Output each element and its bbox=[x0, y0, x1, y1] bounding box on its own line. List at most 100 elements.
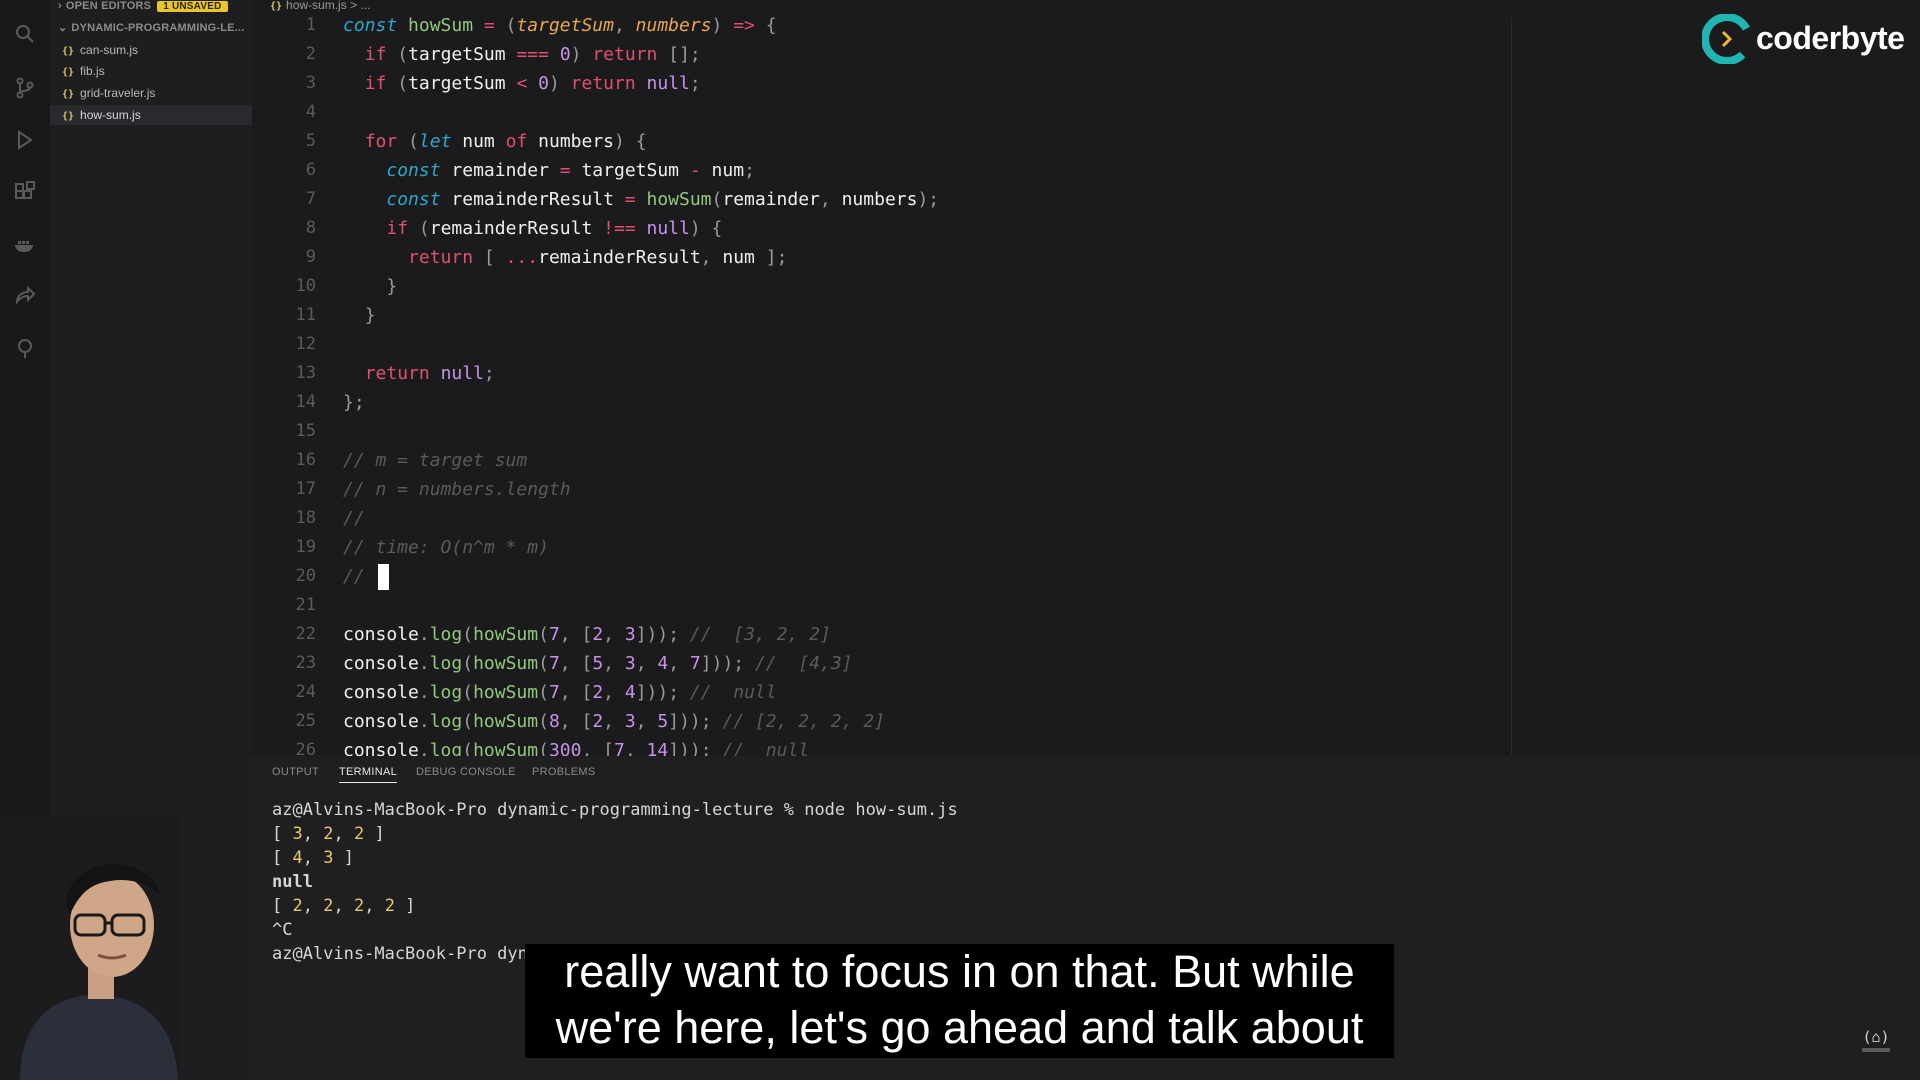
line-code: console.log(howSum(7, [5, 3, 4, 7])); //… bbox=[343, 653, 853, 674]
terminal-line: [ 4, 3 ] bbox=[272, 848, 354, 868]
video-subtitle: really want to focus in on that. But whi… bbox=[525, 944, 1394, 1058]
editor-ruler bbox=[1511, 18, 1512, 756]
line-code: } bbox=[386, 276, 398, 297]
line-number: 26 bbox=[295, 740, 316, 756]
live-share-icon[interactable] bbox=[13, 284, 37, 308]
line-number: 1 bbox=[305, 15, 316, 35]
file-label: fib.js bbox=[80, 64, 105, 78]
text-cursor bbox=[377, 564, 389, 590]
file-label: how-sum.js bbox=[80, 108, 141, 122]
tab-terminal[interactable]: TERMINAL bbox=[339, 766, 398, 783]
code-line[interactable]: 16 // m = target sum bbox=[252, 446, 1502, 475]
code-line[interactable]: 17 // n = numbers.length bbox=[252, 475, 1502, 504]
code-line[interactable]: 8 if (remainderResult !== null) { bbox=[252, 214, 1502, 243]
code-line[interactable]: 13 return null; bbox=[252, 359, 1502, 388]
run-debug-icon[interactable] bbox=[13, 128, 37, 152]
line-number: 3 bbox=[305, 73, 316, 93]
tab-problems[interactable]: PROBLEMS bbox=[532, 766, 596, 778]
line-number: 24 bbox=[295, 682, 316, 702]
code-line[interactable]: 1 const howSum = (targetSum, numbers) => … bbox=[252, 11, 1502, 40]
js-file-icon: {} bbox=[62, 67, 75, 78]
line-code: // bbox=[343, 562, 389, 591]
line-number: 5 bbox=[305, 131, 316, 151]
code-editor[interactable]: {} how-sum.js > ... 1 const howSum = (targ… bbox=[252, 0, 1920, 756]
terminal-line: ^C bbox=[272, 920, 293, 940]
line-code: return [ ...remainderResult, num ]; bbox=[408, 247, 788, 268]
chevron-down-icon: ⌄ bbox=[58, 22, 68, 34]
code-line[interactable]: 23 console.log(howSum(7, [5, 3, 4, 7])); … bbox=[252, 649, 1502, 678]
line-code: return null; bbox=[364, 363, 495, 384]
code-line[interactable]: 18 // bbox=[252, 504, 1502, 533]
file-item-fib[interactable]: {} fib.js bbox=[62, 61, 105, 81]
line-code: console.log(howSum(7, [2, 4])); // null bbox=[343, 682, 777, 703]
line-code: // m = target sum bbox=[343, 450, 528, 471]
line-number: 13 bbox=[295, 363, 316, 383]
code-line[interactable]: 2 if (targetSum === 0) return []; bbox=[252, 40, 1502, 69]
line-number: 11 bbox=[295, 305, 316, 325]
line-number: 19 bbox=[295, 537, 316, 557]
line-code: // time: O(n^m * m) bbox=[343, 537, 549, 558]
terminal-line: null bbox=[272, 872, 313, 892]
extensions-icon[interactable] bbox=[13, 180, 37, 204]
code-line[interactable]: 4 bbox=[252, 98, 1502, 127]
line-number: 25 bbox=[295, 711, 316, 731]
code-line[interactable]: 11 } bbox=[252, 301, 1502, 330]
code-line[interactable]: 14}; bbox=[252, 388, 1502, 417]
search-icon[interactable] bbox=[13, 22, 37, 46]
code-line[interactable]: 22 console.log(howSum(7, [2, 3])); // [3,… bbox=[252, 620, 1502, 649]
file-label: can-sum.js bbox=[80, 43, 139, 57]
line-code: const howSum = (targetSum, numbers) => { bbox=[343, 15, 777, 36]
tab-output[interactable]: OUTPUT bbox=[272, 766, 319, 778]
line-number: 14 bbox=[295, 392, 316, 412]
line-code: if (targetSum === 0) return []; bbox=[364, 44, 701, 65]
unsaved-badge: 1 UNSAVED bbox=[157, 1, 228, 12]
line-code: console.log(howSum(8, [2, 3, 5])); // [2… bbox=[343, 711, 885, 732]
docker-icon[interactable] bbox=[13, 232, 37, 256]
code-line[interactable]: 19 // time: O(n^m * m) bbox=[252, 533, 1502, 562]
line-number: 9 bbox=[305, 247, 316, 267]
js-file-icon: {} bbox=[62, 89, 75, 100]
line-number: 4 bbox=[305, 102, 316, 122]
code-line[interactable]: 24 console.log(howSum(7, [2, 4])); // nul… bbox=[252, 678, 1502, 707]
code-line[interactable]: 20 // bbox=[252, 562, 1502, 591]
file-item-grid-traveler[interactable]: {} grid-traveler.js bbox=[62, 83, 155, 103]
line-code: console.log(howSum(300, [7, 14])); // nu… bbox=[343, 740, 810, 756]
code-line[interactable]: 15 bbox=[252, 417, 1502, 446]
code-line[interactable]: 5 for (let num of numbers) { bbox=[252, 127, 1502, 156]
code-line[interactable]: 26 console.log(howSum(300, [7, 14])); // … bbox=[252, 736, 1502, 756]
code-line[interactable]: 12 bbox=[252, 330, 1502, 359]
line-number: 12 bbox=[295, 334, 316, 354]
code-line[interactable]: 21 bbox=[252, 591, 1502, 620]
subtitle-line-2: we're here, let's go ahead and talk abou… bbox=[555, 1002, 1364, 1053]
line-number: 15 bbox=[295, 421, 316, 441]
code-line[interactable]: 7 const remainderResult = howSum(remaind… bbox=[252, 185, 1502, 214]
line-number: 16 bbox=[295, 450, 316, 470]
line-code: if (remainderResult !== null) { bbox=[386, 218, 723, 239]
code-line[interactable]: 25 console.log(howSum(8, [2, 3, 5])); // … bbox=[252, 707, 1502, 736]
line-code: const remainder = targetSum - num; bbox=[386, 160, 755, 181]
tab-debug-console[interactable]: DEBUG CONSOLE bbox=[416, 766, 516, 778]
timeline-icon[interactable] bbox=[13, 336, 37, 360]
channel-watermark[interactable]: (⌂) bbox=[1858, 1020, 1894, 1056]
file-item-can-sum[interactable]: {} can-sum.js bbox=[62, 40, 138, 60]
source-control-icon[interactable] bbox=[13, 76, 37, 100]
code-line[interactable]: 6 const remainder = targetSum - num; bbox=[252, 156, 1502, 185]
line-code: // bbox=[343, 508, 365, 529]
code-line[interactable]: 3 if (targetSum < 0) return null; bbox=[252, 69, 1502, 98]
line-code: if (targetSum < 0) return null; bbox=[364, 73, 701, 94]
line-code: } bbox=[364, 305, 376, 326]
line-number: 17 bbox=[295, 479, 316, 499]
line-number: 8 bbox=[305, 218, 316, 238]
line-code: // n = numbers.length bbox=[343, 479, 571, 500]
presenter-webcam bbox=[0, 815, 180, 1080]
line-number: 22 bbox=[295, 624, 316, 644]
file-item-how-sum[interactable]: {} how-sum.js bbox=[50, 105, 252, 125]
code-line[interactable]: 9 return [ ...remainderResult, num ]; bbox=[252, 243, 1502, 272]
chevron-right-icon: › bbox=[58, 0, 62, 12]
open-editors-header[interactable]: › OPEN EDITORS 1 UNSAVED bbox=[58, 0, 228, 14]
code-line[interactable]: 10 } bbox=[252, 272, 1502, 301]
folder-header[interactable]: ⌄ DYNAMIC-PROGRAMMING-LE... bbox=[58, 21, 244, 35]
open-editors-label: OPEN EDITORS bbox=[65, 0, 152, 12]
terminal-line: az@Alvins-MacBook-Pro dynamic-programmin… bbox=[272, 800, 958, 820]
line-number: 21 bbox=[295, 595, 316, 615]
